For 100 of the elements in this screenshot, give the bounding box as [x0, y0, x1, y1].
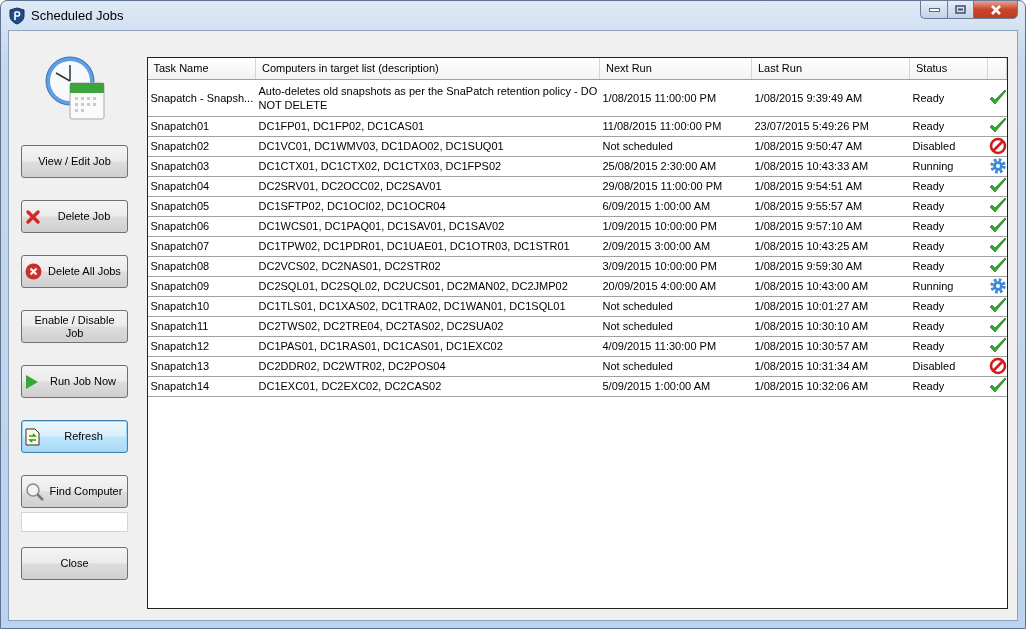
last-run-cell: 1/08/2015 10:30:10 AM — [751, 316, 910, 336]
maximize-button[interactable] — [947, 0, 973, 19]
task-name-cell: Snapatch04 — [147, 176, 256, 196]
status-cell: Running — [909, 276, 988, 296]
task-name-cell: Snapatch06 — [147, 216, 256, 236]
next-run-cell: 6/09/2015 1:00:00 AM — [599, 196, 752, 216]
next-run-cell: 11/08/2015 11:00:00 PM — [599, 116, 752, 136]
status-cell: Ready — [909, 376, 988, 396]
computers-cell: DC1SFTP02, DC1OCI02, DC1OCR04 — [255, 196, 600, 216]
computers-cell: DC2TWS02, DC2TRE04, DC2TAS02, DC2SUA02 — [255, 316, 600, 336]
last-run-cell: 1/08/2015 9:57:10 AM — [751, 216, 910, 236]
next-run-cell: Not scheduled — [599, 136, 752, 156]
column-header[interactable]: Computers in target list (description) — [255, 58, 600, 79]
maximize-icon — [955, 5, 966, 14]
last-run-cell: 1/08/2015 10:30:57 AM — [751, 336, 910, 356]
close-button[interactable]: Close — [21, 547, 128, 580]
next-run-cell: 1/09/2015 10:00:00 PM — [599, 216, 752, 236]
window-title: Scheduled Jobs — [31, 6, 125, 25]
next-run-cell: Not scheduled — [599, 356, 752, 376]
status-cell: Ready — [909, 336, 988, 356]
computers-cell: DC1EXC01, DC2EXC02, DC2CAS02 — [255, 376, 600, 396]
last-run-cell: 1/08/2015 9:55:57 AM — [751, 196, 910, 216]
next-run-cell: 3/09/2015 10:00:00 PM — [599, 256, 752, 276]
computers-cell: DC1TPW02, DC1PDR01, DC1UAE01, DC1OTR03, DC1STR01 — [255, 236, 600, 256]
task-name-cell: Snapatch14 — [147, 376, 256, 396]
next-run-cell: 2/09/2015 3:00:00 AM — [599, 236, 752, 256]
column-header[interactable]: Last Run — [751, 58, 910, 79]
last-run-cell: 1/08/2015 10:01:27 AM — [751, 296, 910, 316]
next-run-cell: 25/08/2015 2:30:00 AM — [599, 156, 752, 176]
computers-cell: Auto-deletes old snapshots as per the SnaPatch retention policy - DO NOT DELETE — [255, 79, 600, 116]
status-cell: Disabled — [909, 136, 988, 156]
task-name-cell: Snapatch12 — [147, 336, 256, 356]
computers-cell: DC1WCS01, DC1PAQ01, DC1SAV01, DC1SAV02 — [255, 216, 600, 236]
last-run-cell: 1/08/2015 10:32:06 AM — [751, 376, 910, 396]
find-computer-button[interactable]: Find Computer — [21, 475, 128, 508]
computers-cell: DC1TLS01, DC1XAS02, DC1TRA02, DC1WAN01, DC1SQL01 — [255, 296, 600, 316]
task-name-cell: Snapatch - Snapsh... — [147, 79, 256, 116]
computers-cell: DC1FP01, DC1FP02, DC1CAS01 — [255, 116, 600, 136]
clock-calendar-icon — [44, 55, 106, 121]
job-button[interactable]: Delete All Jobs — [21, 255, 128, 288]
last-run-cell: 1/08/2015 9:54:51 AM — [751, 176, 910, 196]
next-run-cell: 5/09/2015 1:00:00 AM — [599, 376, 752, 396]
delete-all-icon — [25, 263, 42, 280]
minimize-button[interactable] — [920, 0, 947, 19]
computers-cell: DC2DDR02, DC2WTR02, DC2POS04 — [255, 356, 600, 376]
status-cell: Running — [909, 156, 988, 176]
status-cell: Ready — [909, 196, 988, 216]
task-name-cell: Snapatch05 — [147, 196, 256, 216]
task-name-cell: Snapatch13 — [147, 356, 256, 376]
app-shield-icon — [9, 6, 25, 25]
status-cell: Ready — [909, 216, 988, 236]
task-name-cell: Snapatch01 — [147, 116, 256, 136]
column-header[interactable]: Task Name — [147, 58, 256, 79]
refresh-document-icon — [25, 427, 40, 446]
status-cell: Ready — [909, 79, 988, 116]
column-header[interactable]: Next Run — [599, 58, 752, 79]
computers-cell: DC1CTX01, DC1CTX02, DC1CTX03, DC1FPS02 — [255, 156, 600, 176]
next-run-cell: Not scheduled — [599, 296, 752, 316]
next-run-cell: 29/08/2015 11:00:00 PM — [599, 176, 752, 196]
play-icon — [25, 373, 39, 390]
next-run-cell: 4/09/2015 11:30:00 PM — [599, 336, 752, 356]
computers-cell: DC1PAS01, DC1RAS01, DC1CAS01, DC1EXC02 — [255, 336, 600, 356]
task-name-cell: Snapatch10 — [147, 296, 256, 316]
search-icon — [25, 481, 45, 502]
last-run-cell: 1/08/2015 9:59:30 AM — [751, 256, 910, 276]
last-run-cell: 1/08/2015 10:43:00 AM — [751, 276, 910, 296]
task-name-cell: Snapatch11 — [147, 316, 256, 336]
last-run-cell: 23/07/2015 5:49:26 PM — [751, 116, 910, 136]
column-header[interactable]: Status — [909, 58, 988, 79]
status-cell: Ready — [909, 296, 988, 316]
task-name-cell: Snapatch09 — [147, 276, 256, 296]
status-cell: Ready — [909, 176, 988, 196]
task-name-cell: Snapatch08 — [147, 256, 256, 276]
job-button[interactable]: Enable / Disable Job — [21, 310, 128, 343]
find-computer-field[interactable] — [21, 512, 128, 532]
minimize-icon — [928, 7, 940, 12]
job-button[interactable]: View / Edit Job — [21, 145, 128, 178]
computers-cell: DC1VC01, DC1WMV03, DC1DAO02, DC1SUQ01 — [255, 136, 600, 156]
job-button[interactable]: Run Job Now — [21, 365, 128, 398]
status-cell: Disabled — [909, 356, 988, 376]
status-cell: Ready — [909, 116, 988, 136]
computers-cell: DC2SQL01, DC2SQL02, DC2UCS01, DC2MAN02, DC2JMP02 — [255, 276, 600, 296]
last-run-cell: 1/08/2015 9:50:47 AM — [751, 136, 910, 156]
task-name-cell: Snapatch02 — [147, 136, 256, 156]
delete-x-icon — [25, 208, 41, 225]
last-run-cell: 1/08/2015 9:39:49 AM — [751, 79, 910, 116]
job-button[interactable]: Refresh — [21, 420, 128, 453]
task-name-cell: Snapatch07 — [147, 236, 256, 256]
computers-cell: DC2SRV01, DC2OCC02, DC2SAV01 — [255, 176, 600, 196]
next-run-cell: 1/08/2015 11:00:00 PM — [599, 79, 752, 116]
close-window-button[interactable] — [973, 0, 1018, 19]
status-cell: Ready — [909, 316, 988, 336]
next-run-cell: 20/09/2015 4:00:00 AM — [599, 276, 752, 296]
close-icon — [989, 4, 1002, 15]
last-run-cell: 1/08/2015 10:43:33 AM — [751, 156, 910, 176]
job-button[interactable]: Delete Job — [21, 200, 128, 233]
last-run-cell: 1/08/2015 10:31:34 AM — [751, 356, 910, 376]
next-run-cell: Not scheduled — [599, 316, 752, 336]
computers-cell: DC2VCS02, DC2NAS01, DC2STR02 — [255, 256, 600, 276]
last-run-cell: 1/08/2015 10:43:25 AM — [751, 236, 910, 256]
